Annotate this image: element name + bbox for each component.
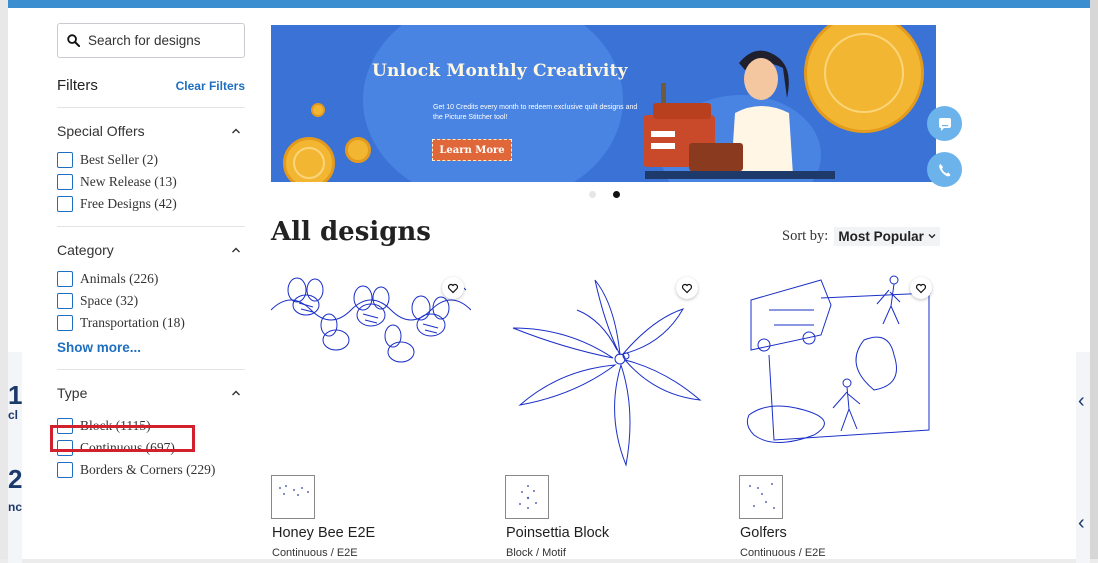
section-header[interactable]: Special Offers: [57, 121, 245, 141]
filter-sidebar: Filters Clear Filters Special Offers Bes…: [57, 23, 245, 481]
product-type: Continuous / E2E: [272, 547, 358, 559]
filter-option-free-designs[interactable]: Free Designs (42): [57, 193, 245, 215]
section-header[interactable]: Type: [57, 383, 245, 403]
coin-icon: [311, 103, 325, 117]
background-text: nc: [8, 500, 22, 514]
coin-icon: [283, 137, 335, 182]
chevron-up-icon[interactable]: [231, 388, 241, 398]
window-right-border: [1090, 0, 1098, 563]
sort-label: Sort by:: [782, 227, 829, 244]
background-text: cl: [8, 408, 19, 422]
sort-dropdown[interactable]: Most Popular: [834, 226, 940, 246]
promo-banner[interactable]: Unlock Monthly Creativity Get 10 Credits…: [271, 25, 936, 182]
design-thumbnail[interactable]: [271, 475, 315, 519]
option-label: Best Seller (2): [80, 152, 158, 167]
filter-option-animals[interactable]: Animals (226): [57, 268, 245, 290]
favorite-button[interactable]: [676, 277, 698, 299]
product-type: Block / Motif: [506, 547, 566, 559]
chevron-up-icon[interactable]: [231, 126, 241, 136]
sort-control: Sort by: Most Popular: [782, 226, 940, 246]
option-label: New Release (13): [80, 174, 177, 189]
honey-bee-design-image[interactable]: [271, 270, 471, 470]
checkbox[interactable]: [57, 293, 73, 309]
filter-option-borders-corners[interactable]: Borders & Corners (229): [57, 459, 245, 481]
option-label: Transportation (18): [80, 315, 185, 330]
carousel-dots: [589, 191, 620, 198]
checkbox[interactable]: [57, 462, 73, 478]
filters-title: Filters: [57, 77, 98, 94]
background-text: 2: [8, 464, 22, 494]
checkbox[interactable]: [57, 315, 73, 331]
section-title: Category: [57, 242, 114, 258]
heart-icon: [681, 283, 693, 294]
heart-icon: [915, 283, 927, 294]
option-label: Borders & Corners (229): [80, 462, 216, 477]
heart-icon: [447, 283, 459, 294]
product-type: Continuous / E2E: [740, 547, 826, 559]
product-card[interactable]: Golfers Continuous / E2E: [739, 270, 939, 563]
thumbnail-pattern-icon: [519, 485, 537, 509]
checkbox[interactable]: [57, 196, 73, 212]
carousel-dot[interactable]: [589, 191, 596, 198]
favorite-button[interactable]: [910, 277, 932, 299]
product-name[interactable]: Golfers: [740, 525, 787, 541]
section-header[interactable]: Category: [57, 240, 245, 260]
chevron-up-icon[interactable]: [231, 245, 241, 255]
search-input[interactable]: [88, 33, 238, 48]
filter-section-special-offers: Special Offers Best Seller (2) New Relea…: [57, 121, 245, 227]
chevron-right-icon: ‹: [1078, 512, 1085, 534]
product-card[interactable]: Poinsettia Block Block / Motif: [505, 270, 705, 563]
checkbox[interactable]: [57, 174, 73, 190]
design-thumbnail[interactable]: [505, 475, 549, 519]
window-top-border: [0, 0, 1098, 8]
page-title: All designs: [271, 217, 431, 247]
section-title: Type: [57, 385, 88, 401]
poinsettia-design-image[interactable]: [505, 270, 705, 470]
filter-section-category: Category Animals (226) Space (32) Transp…: [57, 240, 245, 370]
sewing-illustration-icon: [643, 50, 835, 179]
chevron-down-icon: [928, 234, 936, 239]
filter-option-best-seller[interactable]: Best Seller (2): [57, 149, 245, 171]
option-label: Space (32): [80, 293, 139, 308]
golfers-design-image[interactable]: [739, 270, 939, 470]
background-page-right: ‹ ‹: [1076, 352, 1090, 563]
banner-subtitle: Get 10 Credits every month to redeem exc…: [433, 104, 638, 121]
background-page-left: 1 cl 2 nc: [8, 352, 22, 563]
filter-option-new-release[interactable]: New Release (13): [57, 171, 245, 193]
window-left-border: [0, 0, 8, 563]
search-box[interactable]: [57, 23, 245, 58]
filter-option-transportation[interactable]: Transportation (18): [57, 312, 245, 334]
checkbox[interactable]: [57, 152, 73, 168]
phone-icon: [938, 163, 950, 176]
chevron-right-icon: ‹: [1078, 390, 1085, 412]
chat-icon: [938, 117, 951, 131]
checkbox[interactable]: [57, 271, 73, 287]
coin-icon: [345, 137, 371, 163]
carousel-dot-active[interactable]: [613, 191, 620, 198]
filters-header: Filters Clear Filters: [57, 77, 245, 108]
option-label: Free Designs (42): [80, 196, 177, 211]
favorite-button[interactable]: [442, 277, 464, 299]
phone-button[interactable]: [927, 152, 962, 187]
design-thumbnail[interactable]: [739, 475, 783, 519]
background-text: 1: [8, 380, 22, 410]
product-name[interactable]: Honey Bee E2E: [272, 525, 375, 541]
sort-value: Most Popular: [838, 228, 924, 244]
option-label: Animals (226): [80, 271, 159, 286]
filter-option-space[interactable]: Space (32): [57, 290, 245, 312]
show-more-link[interactable]: Show more...: [57, 340, 245, 360]
learn-more-button[interactable]: Learn More: [432, 139, 512, 161]
search-icon: [67, 34, 80, 47]
chat-button[interactable]: [927, 106, 962, 141]
thumbnail-pattern-icon: [279, 485, 309, 496]
banner-title: Unlock Monthly Creativity: [372, 61, 628, 81]
highlight-box: [50, 425, 195, 452]
thumbnail-pattern-icon: [749, 483, 775, 509]
product-card[interactable]: Honey Bee E2E Continuous / E2E: [271, 270, 471, 563]
clear-filters-link[interactable]: Clear Filters: [176, 79, 245, 93]
section-title: Special Offers: [57, 123, 145, 139]
product-name[interactable]: Poinsettia Block: [506, 525, 609, 541]
